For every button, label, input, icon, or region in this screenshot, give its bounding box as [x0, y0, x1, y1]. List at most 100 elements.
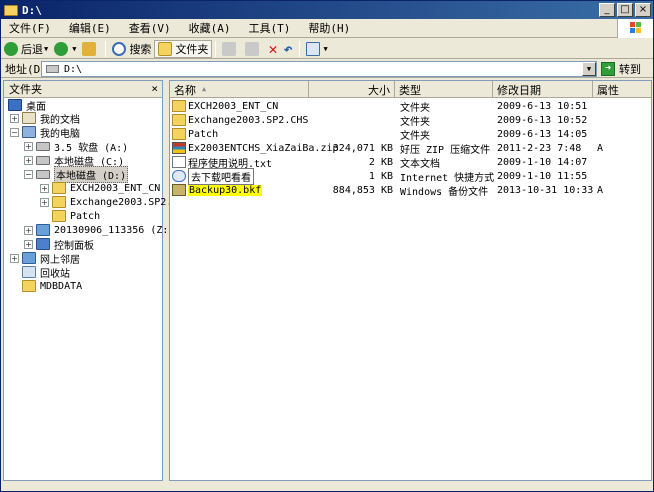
chevron-down-icon[interactable]: ▼	[324, 45, 328, 53]
file-row[interactable]: Backup30.bkf 884,853 KB Windows 备份文件 201…	[170, 183, 651, 198]
tree-item-my-computer[interactable]: 我的电脑	[22, 125, 80, 140]
maximize-button[interactable]: □	[617, 3, 633, 17]
tree-item-floppy[interactable]: 3.5 软盘 (A:)	[36, 139, 129, 154]
folder-icon	[52, 182, 66, 194]
chevron-down-icon[interactable]: ▼	[72, 45, 76, 53]
file-attributes: A	[597, 184, 604, 196]
address-bar: 地址(D) D:\ ▼ ➜ 转到	[1, 60, 653, 78]
tree-item-label: 3.5 软盘 (A:)	[54, 142, 129, 154]
copy-to-button[interactable]	[242, 40, 265, 58]
tree-item-label: MDBDATA	[40, 280, 83, 292]
file-row[interactable]: 去下载吧看看 1 KB Internet 快捷方式 2009-1-10 11:5…	[170, 167, 651, 185]
menu-tools[interactable]: 工具(T)	[241, 20, 301, 36]
folder-icon	[172, 114, 186, 126]
delete-button[interactable]: ✕	[265, 40, 280, 58]
expand-toggle[interactable]: +	[24, 156, 33, 165]
tree-item-network[interactable]: 网上邻居	[22, 251, 80, 266]
close-pane-icon[interactable]: ×	[151, 82, 158, 95]
file-row[interactable]: EXCH2003_ENT_CN 文件夹 2009-6-13 10:51	[170, 99, 651, 114]
computer-icon	[22, 126, 36, 138]
go-button[interactable]: ➜ 转到	[601, 61, 641, 77]
up-folder-icon	[82, 41, 97, 56]
expand-toggle[interactable]: +	[24, 240, 33, 249]
explorer-window: D:\ _ □ × 文件(F) 编辑(E) 查看(V) 收藏(A) 工具(T) …	[0, 0, 654, 492]
column-modified[interactable]: 修改日期	[493, 81, 593, 98]
file-modified: 2009-6-13 14:05	[497, 128, 588, 140]
internet-shortcut-icon	[172, 170, 186, 182]
up-folder-button[interactable]	[79, 40, 102, 58]
views-icon	[305, 41, 320, 56]
menu-favorites[interactable]: 收藏(A)	[181, 20, 241, 36]
chevron-down-icon[interactable]: ▼	[44, 45, 48, 53]
tree-item-mdbdata[interactable]: MDBDATA	[22, 279, 82, 293]
file-modified: 2009-1-10 14:07	[497, 156, 588, 168]
expand-toggle[interactable]: +	[40, 198, 49, 207]
move-to-icon	[222, 41, 237, 56]
expand-toggle[interactable]: +	[10, 114, 19, 123]
go-label: 转到	[619, 63, 641, 76]
folder-icon	[172, 128, 186, 140]
move-to-button[interactable]	[219, 40, 242, 58]
toolbar-separator	[105, 40, 107, 57]
minimize-button[interactable]: _	[599, 3, 615, 17]
forward-arrow-icon	[54, 41, 69, 56]
folder-icon	[52, 210, 66, 222]
views-button[interactable]: ▼	[303, 40, 331, 58]
column-label: 修改日期	[497, 83, 541, 97]
column-headers: 名称 ▲ 大小 类型 修改日期 属性	[170, 81, 651, 98]
menu-file[interactable]: 文件(F)	[1, 20, 61, 36]
tree-item-exch2003[interactable]: EXCH2003_ENT_CN	[52, 181, 160, 195]
file-type: 文件夹	[400, 102, 430, 114]
menu-view[interactable]: 查看(V)	[121, 20, 181, 36]
search-button[interactable]: 搜索	[109, 40, 154, 58]
column-name[interactable]: 名称 ▲	[170, 81, 309, 98]
folders-pane-title: 文件夹	[9, 83, 42, 96]
column-attributes[interactable]: 属性	[593, 81, 651, 98]
tree-item-label: Patch	[70, 210, 101, 222]
title-bar: D:\ _ □ ×	[1, 1, 653, 19]
folders-icon	[158, 41, 173, 56]
tree-item-network-drive-z[interactable]: 20130906_113356 (Z:)	[36, 223, 174, 237]
file-name: Patch	[188, 128, 219, 140]
file-type: 好压 ZIP 压缩文件	[400, 144, 491, 156]
file-modified: 2009-6-13 10:52	[497, 114, 588, 126]
tree-item-patch[interactable]: Patch	[52, 209, 100, 223]
expand-toggle[interactable]: +	[24, 142, 33, 151]
undo-button[interactable]: ↶	[280, 40, 295, 58]
toolbar-separator	[298, 40, 300, 57]
tree-item-my-documents[interactable]: 我的文档	[22, 111, 80, 126]
address-input[interactable]: D:\ ▼	[41, 61, 597, 77]
expand-toggle[interactable]: +	[40, 184, 49, 193]
back-button[interactable]: 后退 ▼	[1, 40, 51, 58]
tree-item-recycle-bin[interactable]: 回收站	[22, 265, 70, 280]
column-type[interactable]: 类型	[395, 81, 493, 98]
column-label: 类型	[399, 83, 421, 97]
file-row[interactable]: Patch 文件夹 2009-6-13 14:05	[170, 127, 651, 142]
folder-icon	[172, 100, 186, 112]
drive-icon	[36, 155, 50, 165]
file-type: Internet 快捷方式	[400, 172, 495, 184]
file-type: 文本文档	[400, 158, 440, 170]
expand-toggle[interactable]: +	[24, 226, 33, 235]
tree-item-control-panel[interactable]: 控制面板	[36, 237, 94, 252]
close-button[interactable]: ×	[635, 3, 651, 17]
file-row[interactable]: Ex2003ENTCHS_XiaZaiBa.zip 324,071 KB 好压 …	[170, 141, 651, 156]
file-type: Windows 备份文件	[400, 186, 489, 198]
file-row[interactable]: Exchange2003.SP2.CHS 文件夹 2009-6-13 10:52	[170, 113, 651, 128]
collapse-toggle[interactable]: −	[24, 170, 33, 179]
forward-button[interactable]: ▼	[51, 40, 79, 58]
column-label: 大小	[368, 83, 390, 97]
windows-flag-icon	[630, 22, 642, 34]
tree-item-label: 网上邻居	[40, 254, 80, 266]
file-name: 去下载吧看看	[188, 167, 254, 185]
expand-toggle[interactable]: +	[10, 254, 19, 263]
folders-button[interactable]: 文件夹	[154, 39, 213, 58]
address-dropdown-button[interactable]: ▼	[582, 62, 596, 76]
menu-edit[interactable]: 编辑(E)	[61, 20, 121, 36]
column-size[interactable]: 大小	[309, 81, 395, 98]
tree-item-drive-d[interactable]: 本地磁盘 (D:)	[36, 165, 129, 183]
drive-icon	[46, 65, 59, 73]
menu-help[interactable]: 帮助(H)	[300, 20, 360, 36]
collapse-toggle[interactable]: −	[10, 128, 19, 137]
tree-item-label: 20130906_113356 (Z:)	[54, 224, 175, 236]
